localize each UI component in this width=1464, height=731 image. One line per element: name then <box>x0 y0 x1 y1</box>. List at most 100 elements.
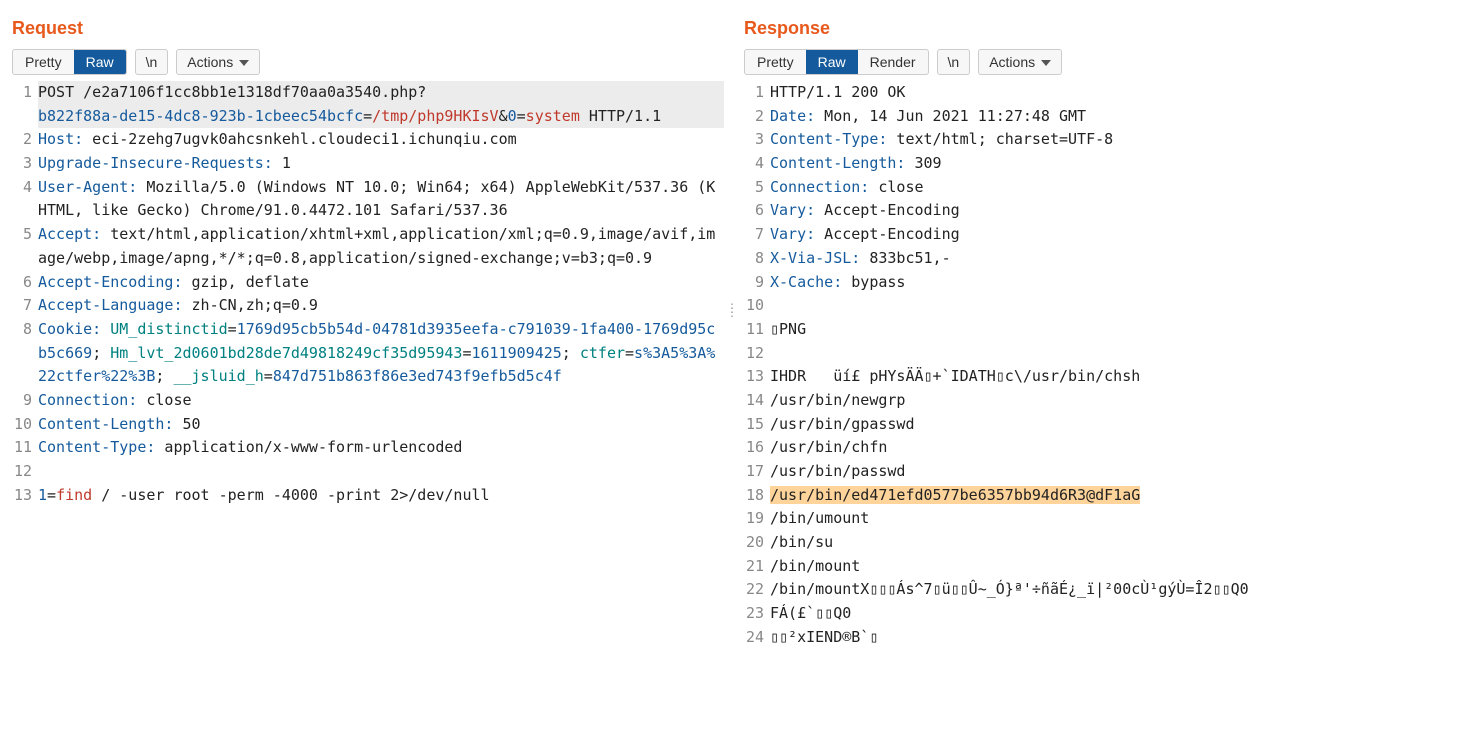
line-number: 5 <box>744 176 770 200</box>
code-line: 2Host: eci-2zehg7ugvk0ahcsnkehl.cloudeci… <box>12 128 724 152</box>
drag-divider-icon[interactable]: ⋮⋮ <box>726 306 738 314</box>
line-number: 10 <box>12 413 38 437</box>
tab-raw[interactable]: Raw <box>806 50 858 74</box>
code-line: 14/usr/bin/newgrp <box>744 389 1456 413</box>
line-number: 22 <box>744 578 770 602</box>
line-number: 13 <box>744 365 770 389</box>
code-line: 10Content-Length: 50 <box>12 413 724 437</box>
line-text: /bin/umount <box>770 507 1456 531</box>
line-text: Upgrade-Insecure-Requests: 1 <box>38 152 724 176</box>
line-number: 24 <box>744 626 770 650</box>
line-number: 21 <box>744 555 770 579</box>
code-line: 7Vary: Accept-Encoding <box>744 223 1456 247</box>
line-number: 6 <box>744 199 770 223</box>
line-text: /usr/bin/gpasswd <box>770 413 1456 437</box>
line-text: Accept-Encoding: gzip, deflate <box>38 271 724 295</box>
line-text: /bin/mount <box>770 555 1456 579</box>
code-line: 12 <box>744 342 1456 366</box>
code-line: 13IHDR üí£ pHYsÄÄ▯+`IDATH▯c\/usr/bin/chs… <box>744 365 1456 389</box>
line-number: 19 <box>744 507 770 531</box>
code-line: 9Connection: close <box>12 389 724 413</box>
code-line: 6Vary: Accept-Encoding <box>744 199 1456 223</box>
line-number: 15 <box>744 413 770 437</box>
line-number: 4 <box>12 176 38 200</box>
line-text: Vary: Accept-Encoding <box>770 199 1456 223</box>
line-text: 1=find / -user root -perm -4000 -print 2… <box>38 484 724 508</box>
chevron-down-icon <box>239 60 249 66</box>
line-number: 23 <box>744 602 770 626</box>
line-text: Cookie: UM_distinctid=1769d95cb5b54d-047… <box>38 318 724 389</box>
code-line: 21/bin/mount <box>744 555 1456 579</box>
code-line: 18/usr/bin/ed471efd0577be6357bb94d6R3@dF… <box>744 484 1456 508</box>
line-number: 9 <box>744 271 770 295</box>
line-text: /usr/bin/ed471efd0577be6357bb94d6R3@dF1a… <box>770 484 1456 508</box>
code-line: 8X-Via-JSL: 833bc51,- <box>744 247 1456 271</box>
line-number: 12 <box>12 460 38 484</box>
line-number: 11 <box>744 318 770 342</box>
line-number: 18 <box>744 484 770 508</box>
code-line: 11Content-Type: application/x-www-form-u… <box>12 436 724 460</box>
code-line: 11▯PNG <box>744 318 1456 342</box>
tab-pretty[interactable]: Pretty <box>745 50 806 74</box>
line-number: 2 <box>12 128 38 152</box>
line-text: X-Via-JSL: 833bc51,- <box>770 247 1456 271</box>
line-text: IHDR üí£ pHYsÄÄ▯+`IDATH▯c\/usr/bin/chsh <box>770 365 1456 389</box>
line-text: ▯▯²xIEND®B`▯ <box>770 626 1456 650</box>
code-line: 16/usr/bin/chfn <box>744 436 1456 460</box>
newline-toggle[interactable]: \n <box>135 49 169 75</box>
line-number: 8 <box>12 318 38 342</box>
code-line: 5Accept: text/html,application/xhtml+xml… <box>12 223 724 270</box>
actions-menu[interactable]: Actions <box>978 49 1062 75</box>
line-text: HTTP/1.1 200 OK <box>770 81 1456 105</box>
line-text: X-Cache: bypass <box>770 271 1456 295</box>
code-line: 9X-Cache: bypass <box>744 271 1456 295</box>
line-text: Content-Type: application/x-www-form-url… <box>38 436 724 460</box>
response-toolbar: Pretty Raw Render \n Actions <box>744 49 1464 75</box>
line-number: 4 <box>744 152 770 176</box>
line-text: Date: Mon, 14 Jun 2021 11:27:48 GMT <box>770 105 1456 129</box>
response-view-tabs: Pretty Raw Render <box>744 49 929 75</box>
request-title: Request <box>12 18 732 39</box>
line-text: Connection: close <box>770 176 1456 200</box>
line-number: 8 <box>744 247 770 271</box>
chevron-down-icon <box>1041 60 1051 66</box>
request-body[interactable]: 1POST /e2a7106f1cc8bb1e1318df70aa0a3540.… <box>12 81 732 731</box>
line-number: 7 <box>12 294 38 318</box>
code-line: 15/usr/bin/gpasswd <box>744 413 1456 437</box>
line-number: 1 <box>12 81 38 105</box>
line-number: 3 <box>12 152 38 176</box>
actions-label: Actions <box>989 54 1035 70</box>
line-number: 12 <box>744 342 770 366</box>
code-line: 24▯▯²xIEND®B`▯ <box>744 626 1456 650</box>
line-text: b822f88a-de15-4dc8-923b-1cbeec54bcfc=/tm… <box>38 105 724 129</box>
code-line: 7Accept-Language: zh-CN,zh;q=0.9 <box>12 294 724 318</box>
code-line: 12 <box>12 460 724 484</box>
code-line: 1HTTP/1.1 200 OK <box>744 81 1456 105</box>
line-text: Content-Length: 50 <box>38 413 724 437</box>
response-body[interactable]: 1HTTP/1.1 200 OK2Date: Mon, 14 Jun 2021 … <box>744 81 1464 731</box>
code-line: 2Date: Mon, 14 Jun 2021 11:27:48 GMT <box>744 105 1456 129</box>
code-line: 131=find / -user root -perm -4000 -print… <box>12 484 724 508</box>
line-text: POST /e2a7106f1cc8bb1e1318df70aa0a3540.p… <box>38 81 724 105</box>
line-number: 13 <box>12 484 38 508</box>
line-text: Accept: text/html,application/xhtml+xml,… <box>38 223 724 270</box>
line-number: 6 <box>12 271 38 295</box>
code-line: 22/bin/mountX▯▯▯Ás^7▯ü▯▯Û~_Ó}ª'÷ñãÉ¿_ï|²… <box>744 578 1456 602</box>
line-text: Connection: close <box>38 389 724 413</box>
line-number: 3 <box>744 128 770 152</box>
code-line: 6Accept-Encoding: gzip, deflate <box>12 271 724 295</box>
line-text: /usr/bin/passwd <box>770 460 1456 484</box>
tab-pretty[interactable]: Pretty <box>13 50 74 74</box>
line-text: /bin/su <box>770 531 1456 555</box>
response-panel: Response Pretty Raw Render \n Actions 1H… <box>732 0 1464 731</box>
tab-raw[interactable]: Raw <box>74 50 126 74</box>
line-text: FÁ(£`▯▯Q0 <box>770 602 1456 626</box>
newline-toggle[interactable]: \n <box>937 49 971 75</box>
response-title: Response <box>744 18 1464 39</box>
actions-label: Actions <box>187 54 233 70</box>
line-text: ▯PNG <box>770 318 1456 342</box>
code-line: 10 <box>744 294 1456 318</box>
request-toolbar: Pretty Raw \n Actions <box>12 49 732 75</box>
tab-render[interactable]: Render <box>858 50 928 74</box>
actions-menu[interactable]: Actions <box>176 49 260 75</box>
